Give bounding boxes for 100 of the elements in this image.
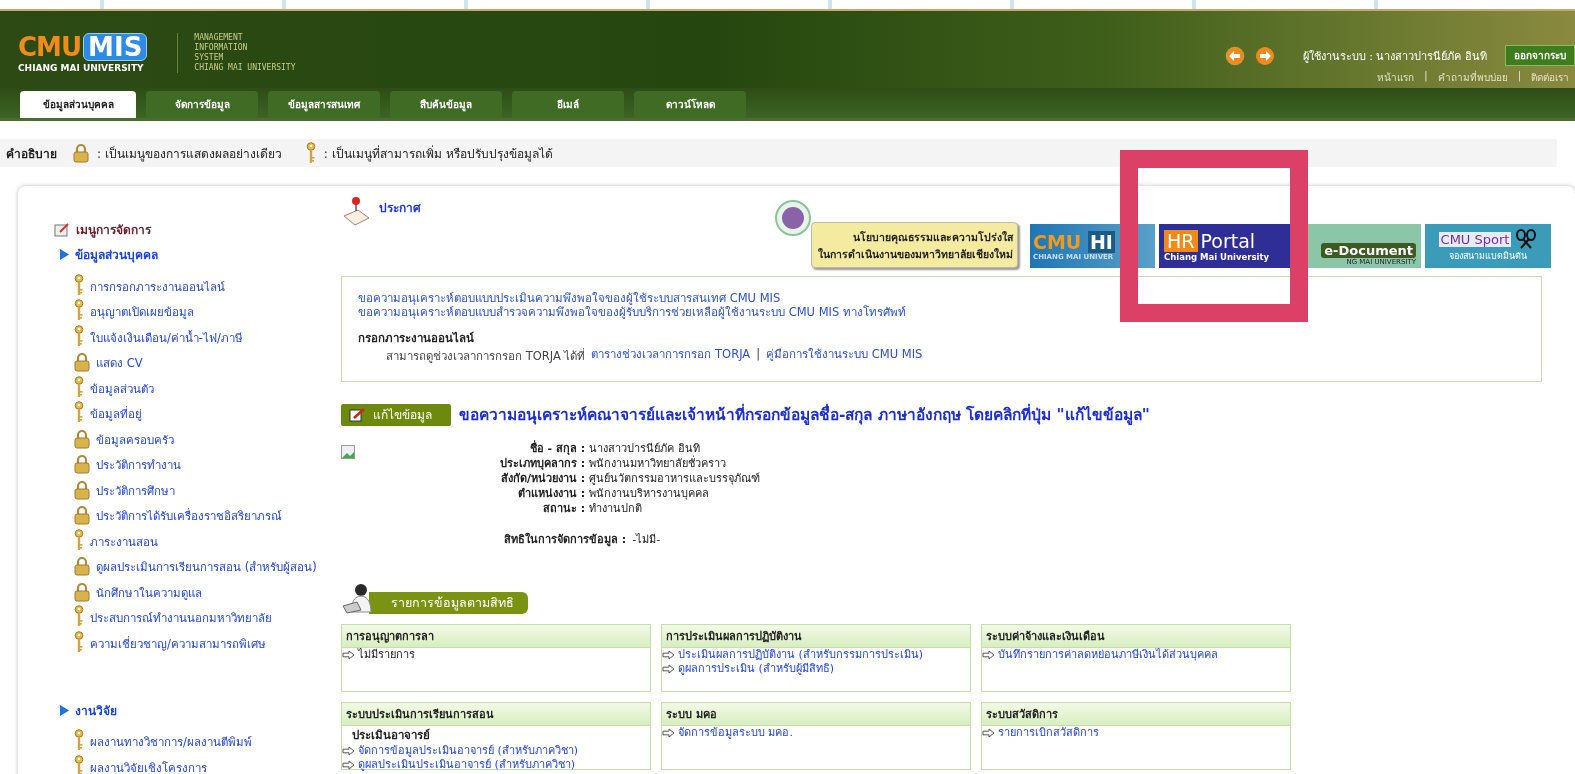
panel-link[interactable]: บันทึกรายการค่าลดหย่อนภาษีเงินได้ส่วนบุคคล xyxy=(998,648,1218,662)
arrow-icon xyxy=(982,728,995,738)
arrow-icon xyxy=(662,728,675,738)
menu-item[interactable]: ผลงานทางวิชาการ/ผลงานตีพิมพ์ xyxy=(90,733,252,751)
key-icon xyxy=(74,375,84,398)
edit-button[interactable]: แก้ไขข้อมูล xyxy=(341,403,451,426)
survey-link[interactable]: ขอความอนุเคราะห์ตอบแบบสำรวจความพึงพอใจของผู้รับบริการช่วยเหลือผู้ใช้งานระบบ CMU MIS ทางโทรศัพท์ xyxy=(358,305,906,319)
arrow-icon xyxy=(342,650,355,660)
hr-portal-banner[interactable]: HR Portal Chiang Mai University xyxy=(1159,224,1292,268)
menu-item[interactable]: อนุญาตเปิดเผยข้อมูล xyxy=(90,303,194,321)
edit-message: ขอความอนุเคราะห์คณาจารย์และเจ้าหน้าที่กรอกข้อมูลชื่อ-สกุล ภาษาอังกฤษ โดยคลิกที่ปุ่ม "แก้ไขข้อมูล" xyxy=(459,402,1150,427)
menu-item[interactable]: ดูผลประเมินการเรียนการสอน (สำหรับผู้สอน) xyxy=(96,558,317,576)
nav-tab[interactable]: ดาวน์โหลด xyxy=(634,91,746,118)
nav-tab[interactable]: สืบค้นข้อมูล xyxy=(390,91,502,118)
banner-title: CMU xyxy=(1033,231,1082,253)
logo-text: CMU xyxy=(18,34,82,60)
menu-item[interactable]: ข้อมูลส่วนตัว xyxy=(90,379,154,398)
schedule-link[interactable]: ตารางช่วงเวลาการกรอก TORJA xyxy=(591,347,751,365)
menu-item[interactable]: ผลงานวิจัยเชิงโครงการ xyxy=(90,758,207,774)
padlock-icon xyxy=(74,556,90,576)
system-name: SYSTEM xyxy=(194,53,225,63)
menu-group[interactable]: งานวิจัย xyxy=(75,700,117,720)
padlock-icon xyxy=(74,505,90,525)
field-label: สังกัด/หน่วยงาน : xyxy=(500,471,586,486)
padlock-icon xyxy=(74,581,90,602)
triangle-icon xyxy=(60,704,69,716)
menu-item[interactable]: ข้อมูลที่อยู่ xyxy=(90,405,142,423)
panel-title: การอนุญาตการลา xyxy=(342,625,650,648)
banner-subtitle: จองสนามแบดมินตัน xyxy=(1449,250,1527,263)
padlock-icon xyxy=(74,352,90,372)
field-value: นางสาวปารนีย์ภัค อินทิ xyxy=(589,441,701,455)
logout-button[interactable]: ออกจากระบ xyxy=(1505,45,1575,66)
legend-label: คำอธิบาย xyxy=(6,145,57,163)
field-value: พนักงานมหาวิทยาลัยชั่วคราว xyxy=(589,456,728,471)
panel-title: ระบบสวัสดิการ xyxy=(982,703,1290,726)
menu-item[interactable]: การกรอกภาระงานออนไลน์ xyxy=(90,277,225,296)
field-label: สถานะ : xyxy=(542,501,586,516)
menu-group[interactable]: ข้อมูลส่วนบุคคล xyxy=(75,245,158,264)
policy-text: นโยบายคุณธรรมและความโปร่งใส xyxy=(853,230,1013,246)
policy-text: ในการดำเนินงานของมหาวิทยาลัยเชียงใหม่ xyxy=(818,247,1013,262)
section-header: รายการข้อมูลตามสิทธิ xyxy=(369,592,528,614)
separator: | xyxy=(1424,70,1428,84)
rackets-icon xyxy=(1515,229,1538,249)
panel-link[interactable]: รายการเบิกสวัสดิการ xyxy=(998,726,1099,740)
arrow-icon xyxy=(662,650,675,660)
nav-tab[interactable]: อีเมล์ xyxy=(512,91,624,118)
nav-tab[interactable]: ข้อมูลสารสนเทศ xyxy=(268,91,380,118)
key-icon xyxy=(305,142,316,164)
key-icon xyxy=(74,401,84,423)
key-icon xyxy=(74,630,84,653)
system-name: CHIANG MAI UNIVERSITY xyxy=(194,63,296,73)
key-icon xyxy=(74,324,84,347)
menu-item[interactable]: ความเชี่ยวชาญ/ความสามารถพิเศษ xyxy=(90,634,266,653)
menu-item[interactable]: แสดง CV xyxy=(96,354,143,372)
panel-link[interactable]: ดูผลประเมินประเมินอาจารย์ (สำหรับภาควิชา) xyxy=(358,758,576,772)
policy-note[interactable]: นโยบายคุณธรรมและความโปร่งใส ในการดำเนินงานของมหาวิทยาลัยเชียงใหม่ xyxy=(811,222,1018,268)
field-value: พนักงานบริหารงานบุคคล xyxy=(589,486,711,501)
system-name: MANAGEMENT xyxy=(194,33,244,43)
field-value: ทำงานปกติ xyxy=(589,501,644,516)
sport-banner[interactable]: CMU Sport จองสนามแบดมินตัน xyxy=(1425,224,1551,268)
panel-title: ระบบประเมินการเรียนการสอน xyxy=(342,703,650,726)
header-link[interactable]: หน้าแรก xyxy=(1377,70,1415,85)
key-icon xyxy=(74,528,84,551)
padlock-icon xyxy=(73,143,89,163)
menu-item[interactable]: ประวัติการทำงาน xyxy=(96,456,181,474)
menu-item[interactable]: ประวัติการได้รับเครื่องราชอิสริยาภรณ์ xyxy=(96,507,282,525)
pencil-icon xyxy=(349,407,367,422)
separator: | xyxy=(756,347,761,363)
padlock-icon xyxy=(74,479,90,500)
key-icon xyxy=(74,299,84,321)
field-label: สิทธิในการจัดการข้อมูล : xyxy=(504,531,627,548)
forward-icon[interactable] xyxy=(1254,45,1275,66)
nav-tab[interactable]: ข้อมูลส่วนบุคคล xyxy=(20,91,136,118)
key-icon xyxy=(74,605,84,627)
menu-item[interactable]: ใบแจ้งเงินเดือน/ค่าน้ำ-ไฟ/ภาษี xyxy=(90,328,243,347)
announcement-title: ประกาศ xyxy=(379,200,421,217)
manual-link[interactable]: คู่มือการใช้งานระบบ CMU MIS xyxy=(766,347,923,365)
key-icon xyxy=(74,729,84,751)
panel-link[interactable]: จัดการข้อมูลระบบ มคอ. xyxy=(678,726,793,740)
survey-link[interactable]: ขอความอนุเคราะห์ตอบแบบประเมินความพึงพอใจของผู้ใช้ระบบสารสนเทศ CMU MIS xyxy=(358,291,781,305)
nav-tab[interactable]: จัดการข้อมูล xyxy=(146,91,258,118)
seal-icon xyxy=(775,200,811,236)
panel-link[interactable]: ดูผลการประเมิน (สำหรับผู้มีสิทธิ) xyxy=(678,662,835,676)
separator: | xyxy=(1517,70,1521,84)
field-label: ตำแหน่งงาน : xyxy=(517,486,586,501)
menu-item[interactable]: ประวัติการศึกษา xyxy=(96,481,175,500)
menu-item[interactable]: ประสบการณ์ทำงานนอกมหาวิทยาลัย xyxy=(90,609,272,627)
field-label: ชื่อ - สกุล : xyxy=(528,441,586,456)
menu-item[interactable]: ข้อมูลครอบครัว xyxy=(96,430,174,449)
banner-title: e-Document xyxy=(1321,243,1416,258)
back-icon[interactable] xyxy=(1224,45,1245,66)
panel-link[interactable]: ประเมินผลการปฏิบัติงาน (สำหรับกรรมการประเมิน) xyxy=(678,648,924,662)
panel-link[interactable]: จัดการข้อมูลประเมินอาจารย์ (สำหรับภาควิชา) xyxy=(358,744,579,758)
menu-title: เมนูการจัดการ xyxy=(76,222,151,239)
menu-item[interactable]: นักศึกษาในความดูแล xyxy=(96,583,202,602)
banner-title: HR xyxy=(1164,230,1198,252)
logo-text: MIS xyxy=(83,33,148,61)
menu-item[interactable]: ภาระงานสอน xyxy=(90,532,158,551)
arrow-icon xyxy=(982,650,995,660)
key-icon xyxy=(74,273,84,296)
